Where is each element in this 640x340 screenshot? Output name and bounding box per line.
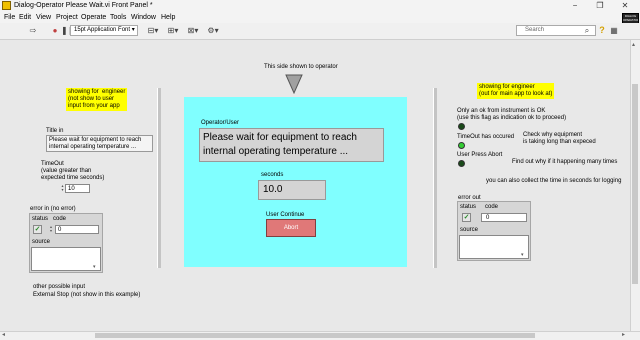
timeout-led-indicator (458, 142, 465, 149)
error-in-code-field[interactable]: 0 (55, 225, 99, 234)
menu-operate[interactable]: Operate (81, 12, 106, 23)
error-in-status-checkmark-icon[interactable]: ✓ (33, 225, 42, 234)
error-out-source-field (459, 235, 529, 259)
distribute-objects-icon[interactable]: ⊞▾ (166, 26, 180, 36)
menu-project[interactable]: Project (56, 12, 78, 23)
error-in-status-label: status (32, 216, 49, 222)
menu-window[interactable]: Window (131, 12, 156, 23)
horizontal-scroll-thumb[interactable] (95, 333, 535, 338)
abort-button[interactable]: Abort (266, 219, 316, 237)
operator-message-display: Please wait for equipment to reach inter… (199, 128, 384, 162)
title-in-label: Title in (46, 128, 64, 134)
scroll-left-icon[interactable]: ◂ (2, 331, 5, 339)
error-out-code-label: code (485, 204, 499, 210)
search-icon[interactable]: ⌕ (582, 26, 592, 36)
check-equipment-note: Check why equipment is taking long than … (523, 132, 596, 145)
engineer-note-left: showing for engineer (not show to user i… (66, 88, 128, 111)
ok-led-indicator (458, 123, 465, 130)
menu-file[interactable]: File (4, 12, 15, 23)
operator-side-caption: This side shown to operator (264, 64, 338, 70)
timeout-field[interactable]: 10 (65, 184, 90, 193)
user-continue-label: User Continue (266, 212, 305, 218)
timeout-flag-label: TimeOut has occured (457, 134, 515, 140)
other-input-note: other possible input External Stop (not … (33, 284, 141, 298)
operator-user-label: Operator/User (201, 120, 240, 126)
find-out-note: Find out why if it happening many times (512, 159, 618, 165)
collect-time-note: you can also collect the time in seconds… (486, 178, 622, 184)
vi-window-icon (2, 1, 11, 10)
seconds-display: 10.0 (258, 180, 326, 200)
resize-objects-icon[interactable]: ⊠▾ (186, 26, 200, 36)
pause-icon[interactable]: ❚❚ (61, 26, 74, 36)
error-out-code-field: 0 (481, 213, 527, 222)
run-arrow-icon[interactable]: ⇨ (28, 26, 38, 36)
search-placeholder: Search (525, 27, 545, 33)
abort-led-indicator (458, 160, 465, 167)
scroll-up-icon[interactable]: ▴ (632, 41, 635, 49)
minimize-button[interactable]: − (566, 0, 584, 12)
vertical-scroll-thumb[interactable] (632, 84, 638, 284)
menu-view[interactable]: View (36, 12, 51, 23)
menu-edit[interactable]: Edit (19, 12, 31, 23)
error-out-status-checkmark-icon: ✓ (462, 213, 471, 222)
error-out-source-scroll-icon[interactable]: ▾ (521, 252, 524, 258)
restore-button[interactable]: ❐ (591, 0, 609, 12)
menu-help[interactable]: Help (161, 12, 175, 23)
reorder-icon[interactable]: ⚙▾ (206, 26, 220, 36)
font-select-value: 15pt Application Font (74, 27, 131, 33)
error-out-source-label: source (460, 227, 479, 233)
ok-note: Only an ok from instrument is OK (use th… (457, 108, 567, 121)
close-button[interactable]: ✕ (616, 0, 634, 12)
scroll-right-icon[interactable]: ▸ (622, 331, 625, 339)
source-scroll-down-icon[interactable]: ▾ (93, 264, 96, 270)
abort-flag-label: User Press Abort (457, 152, 503, 158)
context-help-icon[interactable]: ? (597, 24, 607, 37)
seconds-label: seconds (261, 172, 284, 178)
engineer-note-right: showing for engineer (out for main app t… (477, 83, 555, 99)
error-in-source-label: source (32, 239, 51, 245)
align-objects-icon[interactable]: ⊟▾ (146, 26, 160, 36)
font-select[interactable]: 15pt Application Font ▾ (70, 25, 138, 36)
abort-execution-icon[interactable]: ● (50, 26, 60, 36)
timeout-label: TimeOut (value greater than expected tim… (41, 161, 105, 181)
left-divider (157, 88, 161, 268)
window-title: Dialog-Operator Please Wait.vi Front Pan… (14, 2, 153, 9)
error-in-source-field[interactable] (31, 247, 101, 271)
down-triangle-icon (285, 74, 303, 94)
grid-icon[interactable]: ▦ (609, 26, 619, 36)
right-divider (433, 88, 437, 268)
error-out-status-label: status (460, 204, 477, 210)
menu-tools[interactable]: Tools (110, 12, 126, 23)
error-in-label: error in (no error) (30, 206, 76, 212)
title-in-field[interactable]: Please wait for equipment to reach inter… (46, 135, 153, 152)
error-in-code-label: code (53, 216, 67, 222)
